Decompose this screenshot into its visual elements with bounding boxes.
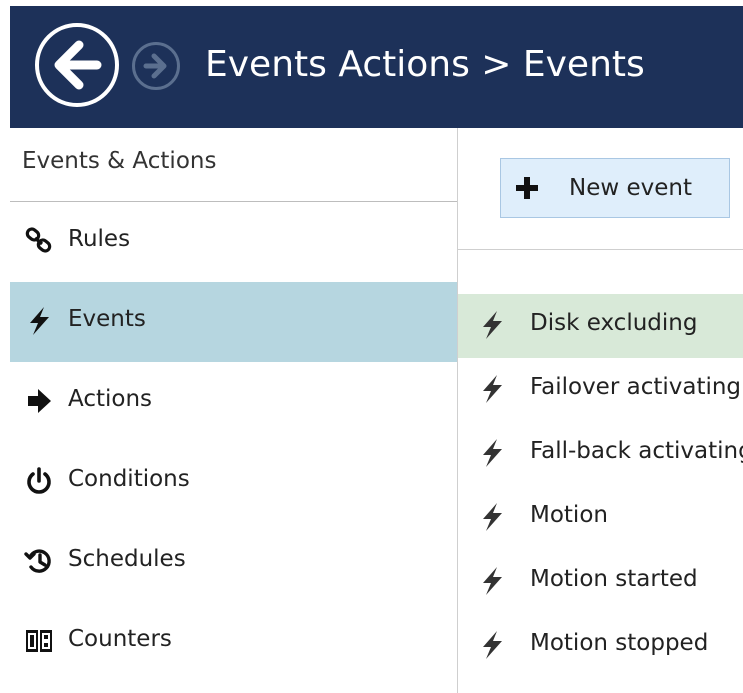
plus-icon xyxy=(513,174,541,202)
sidebar-item-counters[interactable]: Counters xyxy=(10,602,457,682)
toolbar: New event xyxy=(458,128,743,250)
lightning-icon xyxy=(478,630,506,660)
new-event-label: New event xyxy=(569,175,692,201)
list-item[interactable]: Fall-back activating xyxy=(458,422,743,486)
sidebar-item-label: Counters xyxy=(68,626,172,652)
sidebar-item-conditions[interactable]: Conditions xyxy=(10,442,457,522)
counter-icon xyxy=(24,626,54,656)
sidebar-item-label: Schedules xyxy=(68,546,186,572)
lightning-icon xyxy=(478,566,506,596)
sidebar-item-label: Conditions xyxy=(68,466,190,492)
sidebar-item-schedules[interactable]: Schedules xyxy=(10,522,457,602)
power-icon xyxy=(24,466,54,496)
event-label: Failover activating xyxy=(530,374,742,400)
sidebar-item-label: Actions xyxy=(68,386,153,412)
forward-button[interactable] xyxy=(132,42,180,90)
back-button[interactable] xyxy=(35,23,119,107)
lightning-icon xyxy=(478,374,506,404)
sidebar-item-label: Events xyxy=(68,306,146,332)
history-icon xyxy=(24,546,54,576)
lightning-icon xyxy=(24,306,54,336)
event-label: Fall-back activating xyxy=(530,438,743,464)
sidebar-heading: Events & Actions xyxy=(22,148,217,174)
lightning-icon xyxy=(478,438,506,468)
link-icon xyxy=(24,226,54,256)
event-label: Motion stopped xyxy=(530,630,709,656)
sidebar-item-rules[interactable]: Rules xyxy=(10,202,457,282)
page-title: Events Actions > Events xyxy=(205,44,645,85)
list-item[interactable]: Motion xyxy=(458,486,743,550)
event-label: Motion xyxy=(530,502,608,528)
title-bar: Events Actions > Events xyxy=(10,6,743,128)
sidebar-header: Events & Actions xyxy=(10,128,457,202)
forward-arrow-icon xyxy=(143,53,167,79)
sidebar-item-actions[interactable]: Actions xyxy=(10,362,457,442)
lightning-icon xyxy=(478,502,506,532)
list-item[interactable]: Motion started xyxy=(458,550,743,614)
event-label: Motion started xyxy=(530,566,698,592)
list-item[interactable]: Motion stopped xyxy=(458,614,743,678)
arrow-right-icon xyxy=(24,386,54,416)
sidebar: Events & Actions Rules Events Actions Co… xyxy=(10,128,457,693)
list-item[interactable]: Disk excluding xyxy=(458,294,743,358)
lightning-icon xyxy=(478,310,506,340)
events-panel: New event Disk excluding Failover activa… xyxy=(458,128,743,693)
list-item[interactable]: Failover activating xyxy=(458,358,743,422)
back-arrow-icon xyxy=(54,40,102,90)
new-event-button[interactable]: New event xyxy=(500,158,730,218)
sidebar-item-events[interactable]: Events xyxy=(10,282,457,362)
event-label: Disk excluding xyxy=(530,310,698,336)
sidebar-item-label: Rules xyxy=(68,226,131,252)
